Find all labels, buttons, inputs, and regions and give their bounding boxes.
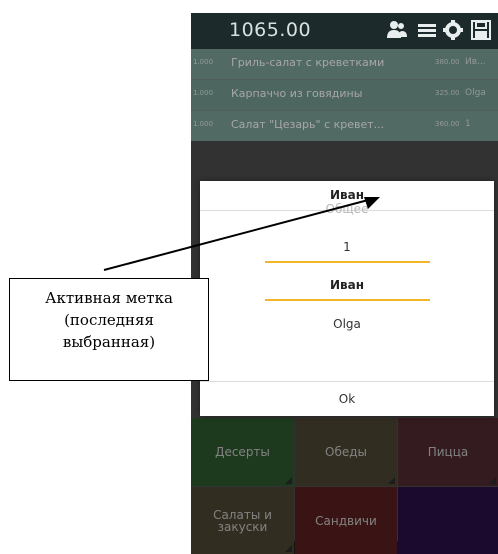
annotation-arrow xyxy=(103,197,380,271)
